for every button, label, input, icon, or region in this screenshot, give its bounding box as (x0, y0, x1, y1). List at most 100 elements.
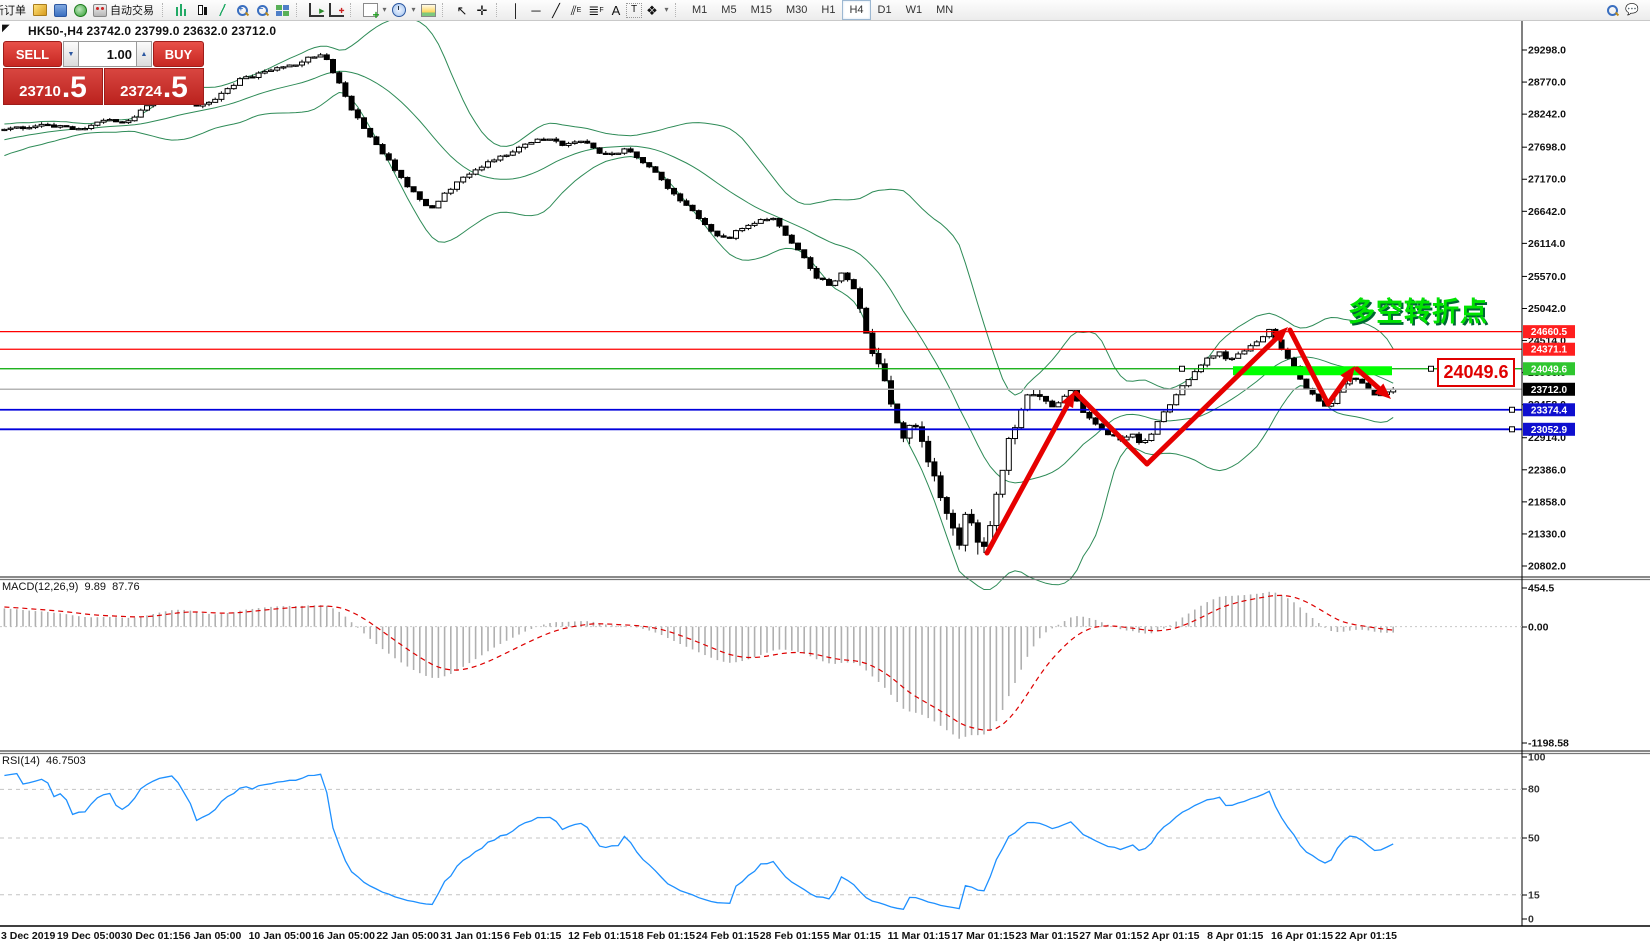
line-handle[interactable] (1510, 427, 1515, 432)
time-tick-label: 19 Dec 05:00 (57, 930, 121, 942)
add-indicator-icon[interactable] (360, 1, 380, 19)
time-tick-label: 10 Jan 05:00 (249, 930, 312, 942)
rsi-panel: 1008050150 (0, 752, 1546, 926)
autotrade-robot-icon[interactable] (90, 1, 110, 19)
timeframe-M5[interactable]: M5 (714, 0, 743, 20)
price-tick-label: 28242.0 (1528, 109, 1566, 121)
horizontal-line-icon[interactable]: ─ (526, 1, 546, 19)
price-callout-box[interactable]: 24049.6 (1437, 358, 1515, 387)
price-tick-label: 26114.0 (1528, 238, 1566, 250)
signal-icon[interactable] (70, 1, 90, 19)
text-icon[interactable]: A (606, 1, 626, 19)
svg-text:0: 0 (1528, 914, 1534, 926)
arrow-tools-icon[interactable]: ❖ (642, 1, 662, 19)
autotrade-button[interactable]: 自动交易 (110, 2, 154, 18)
periods-dropdown-icon[interactable]: ▾ (409, 1, 418, 19)
buy-button[interactable]: BUY (153, 41, 204, 67)
accounts-icon[interactable] (50, 1, 70, 19)
sell-price[interactable]: 23710.5 (3, 68, 103, 105)
time-tick-label: 3 Dec 2019 (1, 930, 55, 942)
cursor-icon[interactable]: ↖ (452, 1, 472, 19)
chat-icon[interactable]: 💬 (1622, 1, 1642, 19)
level-lines[interactable] (0, 332, 1522, 430)
time-tick-label: 12 Feb 01:15 (568, 930, 631, 942)
candlestick-chart-icon[interactable] (192, 1, 212, 19)
timeframe-MN[interactable]: MN (929, 0, 960, 20)
time-tick-label: 23 Mar 01:15 (1015, 930, 1078, 942)
price-tick-label: 22386.0 (1528, 464, 1566, 476)
time-tick-label: 22 Apr 01:15 (1335, 930, 1397, 942)
svg-text:-1198.58: -1198.58 (1528, 738, 1569, 750)
time-tick-label: 24 Feb 01:15 (696, 930, 759, 942)
svg-text:50: 50 (1528, 833, 1540, 845)
svg-text:23374.4: 23374.4 (1531, 405, 1568, 416)
toolbar: 新订单 自动交易 + − ▾ ▾ ↖ ✛ │ ─ ╱ ⫽E ≣F A (0, 0, 1650, 21)
svg-text:15: 15 (1528, 890, 1540, 902)
trend-line-icon[interactable]: ╱ (546, 1, 566, 19)
timeframe-H1[interactable]: H1 (814, 0, 842, 20)
timeframe-M15[interactable]: M15 (744, 0, 779, 20)
line-handle[interactable] (1180, 366, 1185, 371)
periods-clock-icon[interactable] (389, 1, 409, 19)
svg-text:100: 100 (1528, 752, 1546, 764)
time-tick-label: 17 Mar 01:15 (952, 930, 1015, 942)
time-tick-label: 2 Apr 01:15 (1143, 930, 1199, 942)
svg-text:24660.5: 24660.5 (1531, 327, 1568, 338)
time-axis[interactable]: 3 Dec 201919 Dec 05:0030 Dec 01:156 Jan … (1, 930, 1397, 942)
volume-decrease-button[interactable]: ▼ (63, 41, 79, 67)
volume-increase-button[interactable]: ▲ (136, 41, 152, 67)
sell-button[interactable]: SELL (3, 41, 62, 67)
new-order-button[interactable]: 新订单 (0, 2, 26, 18)
time-tick-label: 16 Apr 01:15 (1271, 930, 1333, 942)
fibonacci-icon[interactable]: ≣F (586, 1, 606, 19)
time-tick-label: 31 Jan 01:15 (440, 930, 503, 942)
trend-arrows[interactable] (987, 327, 1391, 553)
panel-collapse-icon[interactable]: ◤ (2, 23, 10, 34)
chart-canvas[interactable]: 29298.028770.028242.027698.027170.026642… (0, 0, 1650, 944)
timeframe-M1[interactable]: M1 (685, 0, 714, 20)
line-handle[interactable] (1510, 407, 1515, 412)
time-tick-label: 6 Jan 05:00 (185, 930, 242, 942)
line-chart-icon[interactable] (212, 1, 232, 19)
timeframe-D1[interactable]: D1 (871, 0, 899, 20)
crosshair-icon[interactable]: ✛ (472, 1, 492, 19)
time-tick-label: 27 Mar 01:15 (1079, 930, 1142, 942)
price-tick-label: 25042.0 (1528, 303, 1566, 315)
timeframe-M30[interactable]: M30 (779, 0, 814, 20)
time-tick-label: 18 Feb 01:15 (632, 930, 695, 942)
time-tick-label: 16 Jan 05:00 (313, 930, 376, 942)
time-tick-label: 6 Feb 01:15 (504, 930, 561, 942)
text-label-icon[interactable]: T (626, 3, 642, 18)
price-tick-label: 26642.0 (1528, 206, 1566, 218)
volume-input[interactable]: 1.00 (79, 41, 136, 67)
bar-chart-icon[interactable] (172, 1, 192, 19)
timeframe-H4[interactable]: H4 (842, 0, 870, 20)
annotation-text[interactable]: 多空转折点 (1348, 290, 1518, 329)
svg-text:24371.1: 24371.1 (1531, 345, 1568, 356)
chart-template-icon[interactable] (418, 1, 438, 19)
timeframe-W1[interactable]: W1 (899, 0, 930, 20)
equidistant-channel-icon[interactable]: ⫽E (566, 1, 586, 19)
price-tick-label: 29298.0 (1528, 45, 1566, 57)
tile-windows-icon[interactable] (272, 1, 292, 19)
price-tick-label: 20802.0 (1528, 561, 1566, 573)
chart-ohlc-title: HK50-,H4 23742.0 23799.0 23632.0 23712.0 (28, 24, 276, 38)
chart-autoscroll-icon[interactable] (326, 1, 346, 19)
line-handle[interactable] (1429, 366, 1434, 371)
timeframe-group: M1M5M15M30H1H4D1W1MN (685, 0, 960, 20)
zoom-in-icon[interactable]: + (232, 1, 252, 19)
search-icon[interactable] (1602, 1, 1622, 19)
price-tick-label: 28770.0 (1528, 77, 1566, 89)
time-tick-label: 5 Mar 01:15 (824, 930, 881, 942)
buy-price[interactable]: 23724.5 (104, 68, 204, 105)
market-watch-icon[interactable] (30, 1, 50, 19)
bollinger-bands (4, 18, 1393, 590)
zoom-out-icon[interactable]: − (252, 1, 272, 19)
vertical-line-icon[interactable]: │ (506, 1, 526, 19)
add-indicator-dropdown-icon[interactable]: ▾ (380, 1, 389, 19)
price-tick-label: 27698.0 (1528, 142, 1566, 154)
svg-text:24049.6: 24049.6 (1531, 364, 1568, 375)
arrow-tools-dropdown-icon[interactable]: ▾ (662, 1, 671, 19)
price-axis[interactable]: 29298.028770.028242.027698.027170.026642… (1522, 45, 1575, 573)
chart-shift-icon[interactable] (306, 1, 326, 19)
